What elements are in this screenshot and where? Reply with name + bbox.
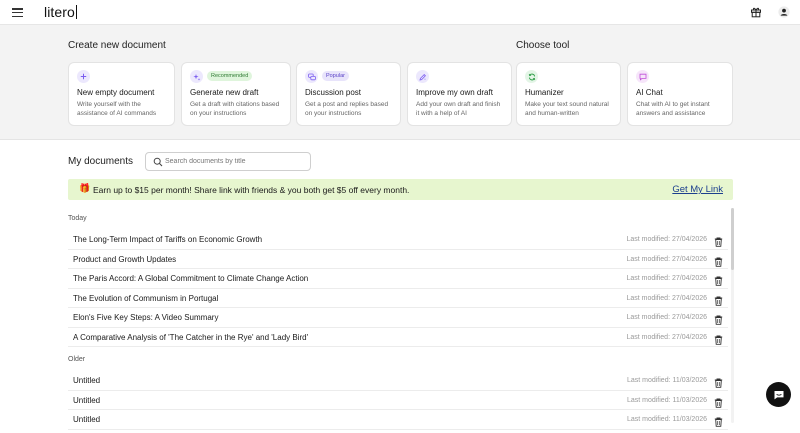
sparkle-icon: [190, 70, 203, 83]
group-label: Older: [68, 356, 86, 363]
document-row[interactable]: Elon's Five Key Steps: A Video Summary La…: [68, 308, 728, 328]
edit-sparkle-icon: [416, 70, 429, 83]
last-modified: Last modified: 27/04/2026: [626, 333, 707, 341]
card-title: New empty document: [77, 88, 155, 97]
user-avatar-icon[interactable]: [778, 6, 790, 18]
document-row[interactable]: The Long-Term Impact of Tariffs on Econo…: [68, 230, 728, 250]
document-title: Elon's Five Key Steps: A Video Summary: [73, 313, 219, 322]
document-row[interactable]: Untitled Last modified: 11/03/2026: [68, 371, 728, 391]
card-description: Get a draft with citations based on your…: [190, 101, 280, 117]
search-input[interactable]: [165, 155, 305, 168]
document-row[interactable]: The Paris Accord: A Global Commitment to…: [68, 269, 728, 289]
card-description: Add your own draft and finish it with a …: [416, 101, 501, 117]
my-documents-title: My documents: [68, 156, 134, 167]
trash-icon[interactable]: [714, 293, 723, 306]
document-title: Untitled: [73, 376, 101, 385]
card-title: Improve my own draft: [416, 88, 493, 97]
create-title: Create new document: [68, 40, 166, 51]
trash-icon[interactable]: [714, 332, 723, 345]
trash-icon[interactable]: [714, 414, 723, 427]
humanizer-card[interactable]: Humanizer Make your text sound natural a…: [516, 62, 621, 126]
chat-icon: [774, 390, 783, 399]
card-title: Generate new draft: [190, 88, 259, 97]
chat-bubbles-icon: [305, 70, 318, 83]
popular-badge: Popular: [322, 71, 349, 81]
last-modified: Last modified: 11/03/2026: [626, 416, 707, 423]
improve-my-own-draft-card[interactable]: Improve my own draft Add your own draft …: [407, 62, 512, 126]
document-row[interactable]: Untitled Last modified: 11/03/2026: [68, 391, 728, 410]
last-modified: Last modified: 27/04/2026: [626, 236, 707, 243]
document-title: The Paris Accord: A Global Commitment to…: [73, 274, 309, 283]
refresh-icon: [525, 70, 538, 83]
document-title: Product and Growth Updates: [73, 254, 177, 264]
card-description: Chat with AI to get instant answers and …: [636, 101, 710, 117]
trash-icon[interactable]: [714, 254, 723, 267]
referral-text: Earn up to $15 per month! Share link wit…: [93, 185, 410, 195]
discussion-post-card[interactable]: Popular Discussion post Get a post and r…: [296, 62, 401, 126]
recommended-badge: Recommended: [207, 71, 253, 81]
create-section: Create new document Choose tool New empt…: [0, 25, 800, 140]
last-modified: Last modified: 27/04/2026: [626, 275, 707, 282]
document-title: The Long-Term Impact of Tariffs on Econo…: [73, 235, 263, 244]
last-modified: Last modified: 11/03/2026: [626, 396, 707, 404]
ai-chat-card[interactable]: AI Chat Chat with AI to get instant answ…: [627, 62, 733, 126]
support-chat-button[interactable]: [766, 382, 791, 407]
trash-icon[interactable]: [714, 375, 723, 388]
scrollbar-thumb[interactable]: [731, 208, 734, 270]
get-my-link-button[interactable]: Get My Link: [672, 184, 723, 195]
document-title: Untitled: [73, 395, 101, 405]
trash-icon[interactable]: [714, 273, 723, 286]
top-bar: litero: [0, 0, 800, 25]
card-title: Discussion post: [305, 88, 362, 97]
card-title: Humanizer: [525, 88, 564, 97]
plus-icon: [77, 70, 90, 83]
last-modified: Last modified: 27/04/2026: [626, 294, 707, 302]
search-box[interactable]: [145, 152, 311, 171]
card-description: Get a post and replies based on your ins…: [305, 101, 389, 117]
document-row[interactable]: Untitled Last modified: 11/03/2026: [68, 410, 728, 430]
menu-icon[interactable]: [12, 8, 23, 18]
document-title: Untitled: [73, 415, 101, 424]
tools-title: Choose tool: [516, 40, 570, 51]
document-row[interactable]: A Comparative Analysis of 'The Catcher i…: [68, 328, 728, 347]
message-icon: [636, 70, 649, 83]
document-row[interactable]: Product and Growth Updates Last modified:…: [68, 250, 728, 269]
new-empty-document-card[interactable]: New empty document Write yourself with t…: [68, 62, 175, 126]
generate-new-draft-card[interactable]: Recommended Generate new draft Get a dra…: [181, 62, 291, 126]
card-description: Make your text sound natural and human-w…: [525, 101, 609, 117]
last-modified: Last modified: 27/04/2026: [626, 255, 707, 263]
document-title: The Evolution of Communism in Portugal: [73, 293, 219, 303]
card-description: Write yourself with the assistance of AI…: [77, 101, 157, 117]
search-icon: [153, 157, 163, 167]
document-title: A Comparative Analysis of 'The Catcher i…: [73, 332, 309, 342]
last-modified: Last modified: 11/03/2026: [626, 377, 707, 384]
trash-icon[interactable]: [714, 312, 723, 325]
gift-icon: 🎁: [79, 183, 91, 193]
last-modified: Last modified: 27/04/2026: [626, 314, 707, 321]
trash-icon[interactable]: [714, 395, 723, 408]
app-logo[interactable]: litero: [44, 4, 77, 20]
gift-box-icon[interactable]: [750, 6, 762, 18]
document-row[interactable]: The Evolution of Communism in Portugal La…: [68, 289, 728, 308]
card-title: AI Chat: [636, 88, 663, 97]
referral-banner: 🎁 Earn up to $15 per month! Share link w…: [68, 179, 733, 200]
group-label: Today: [68, 215, 87, 222]
trash-icon[interactable]: [714, 234, 723, 247]
